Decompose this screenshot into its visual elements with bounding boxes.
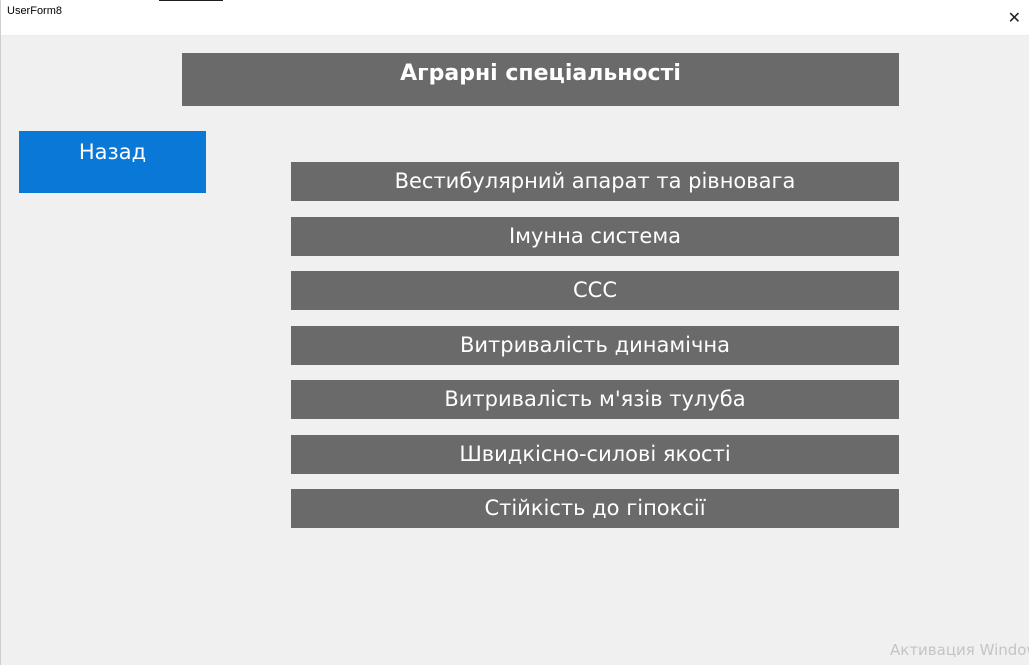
menu-button-vestibular[interactable]: Вестибулярний апарат та рівновага xyxy=(291,162,899,201)
menu-button-trunk-endurance[interactable]: Витривалість м'язів тулуба xyxy=(291,380,899,419)
title-bar: UserForm8 ✕ xyxy=(1,0,1029,36)
menu-button-cardiovascular[interactable]: ССС xyxy=(291,271,899,310)
close-icon: ✕ xyxy=(1007,8,1021,27)
menu-button-immune-system[interactable]: Імунна система xyxy=(291,217,899,256)
menu-button-speed-strength[interactable]: Швидкісно-силові якості xyxy=(291,435,899,474)
activation-watermark: Активация Windows xyxy=(890,641,1029,659)
window-title: UserForm8 xyxy=(7,5,63,17)
page-title: Аграрні спеціальності xyxy=(182,53,899,106)
close-button[interactable]: ✕ xyxy=(1002,0,1029,34)
menu-button-hypoxia-resistance[interactable]: Стійкість до гіпоксії xyxy=(291,489,899,528)
title-bar-accent xyxy=(159,0,223,1)
back-button[interactable]: Назад xyxy=(19,131,206,193)
userform-window: UserForm8 ✕ Аграрні спеціальності Назад … xyxy=(0,0,1029,665)
menu-button-dynamic-endurance[interactable]: Витривалість динамічна xyxy=(291,326,899,365)
